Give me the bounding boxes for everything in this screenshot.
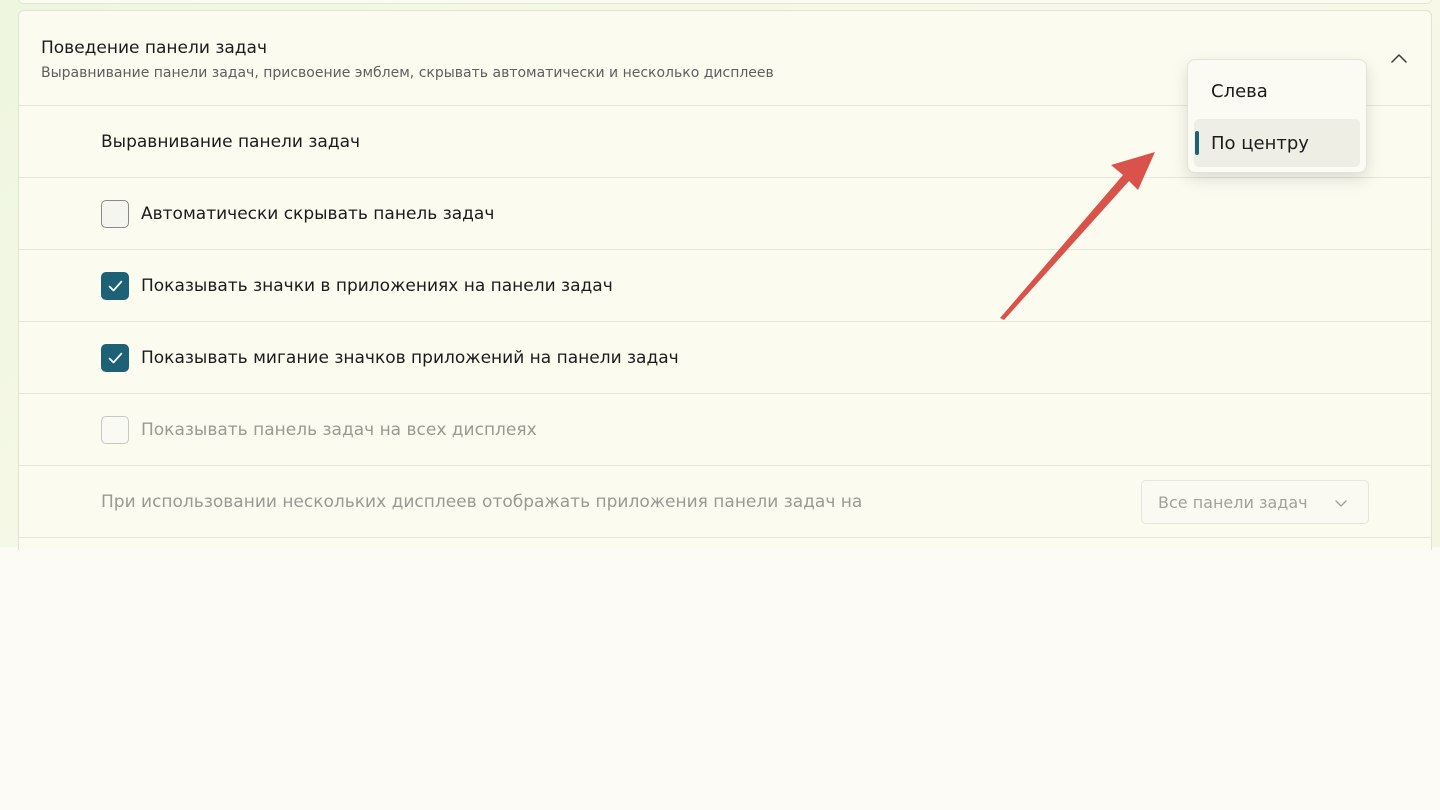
all-displays-label: Показывать панель задач на всех дисплеях bbox=[141, 419, 537, 440]
all-displays-checkbox bbox=[101, 415, 129, 444]
alignment-option-center[interactable]: По центру bbox=[1194, 119, 1360, 167]
show-flashing-checkbox[interactable] bbox=[101, 343, 129, 372]
alignment-option-left[interactable]: Слева bbox=[1194, 67, 1360, 115]
show-flashing-label[interactable]: Показывать мигание значков приложений на… bbox=[141, 348, 679, 368]
alignment-dropdown-menu: Слева По центру bbox=[1187, 59, 1367, 173]
section-title: Поведение панели задач bbox=[41, 38, 267, 58]
checkmark-icon bbox=[108, 280, 123, 291]
alignment-option-center-label: По центру bbox=[1211, 133, 1309, 154]
show-badges-row[interactable]: Показывать значки в приложениях на панел… bbox=[19, 250, 1431, 322]
multi-display-label: При использовании нескольких дисплеев от… bbox=[101, 491, 863, 512]
chevron-up-icon[interactable] bbox=[1389, 49, 1409, 69]
section-subtitle: Выравнивание панели задач, присвоение эм… bbox=[41, 65, 774, 81]
annotation-arrow-icon bbox=[1000, 152, 1155, 320]
auto-hide-checkbox[interactable] bbox=[101, 199, 129, 228]
show-badges-checkbox[interactable] bbox=[101, 271, 129, 300]
chevron-down-icon bbox=[1335, 499, 1347, 507]
previous-card-edge bbox=[18, 0, 1432, 4]
auto-hide-row[interactable]: Автоматически скрывать панель задач bbox=[19, 178, 1431, 250]
show-flashing-row[interactable]: Показывать мигание значков приложений на… bbox=[19, 322, 1431, 394]
alignment-option-left-label: Слева bbox=[1211, 81, 1268, 102]
all-displays-row: Показывать панель задач на всех дисплеях bbox=[19, 394, 1431, 466]
multi-display-dropdown: Все панели задач bbox=[1141, 479, 1369, 524]
taskbar-alignment-label: Выравнивание панели задач bbox=[101, 131, 361, 152]
show-badges-label[interactable]: Показывать значки в приложениях на панел… bbox=[141, 276, 613, 296]
checkmark-icon bbox=[108, 352, 123, 363]
selection-indicator bbox=[1195, 131, 1199, 155]
multi-display-row: При использовании нескольких дисплеев от… bbox=[19, 466, 1431, 538]
auto-hide-label[interactable]: Автоматически скрывать панель задач bbox=[141, 204, 494, 224]
multi-display-value: Все панели задач bbox=[1158, 492, 1308, 512]
